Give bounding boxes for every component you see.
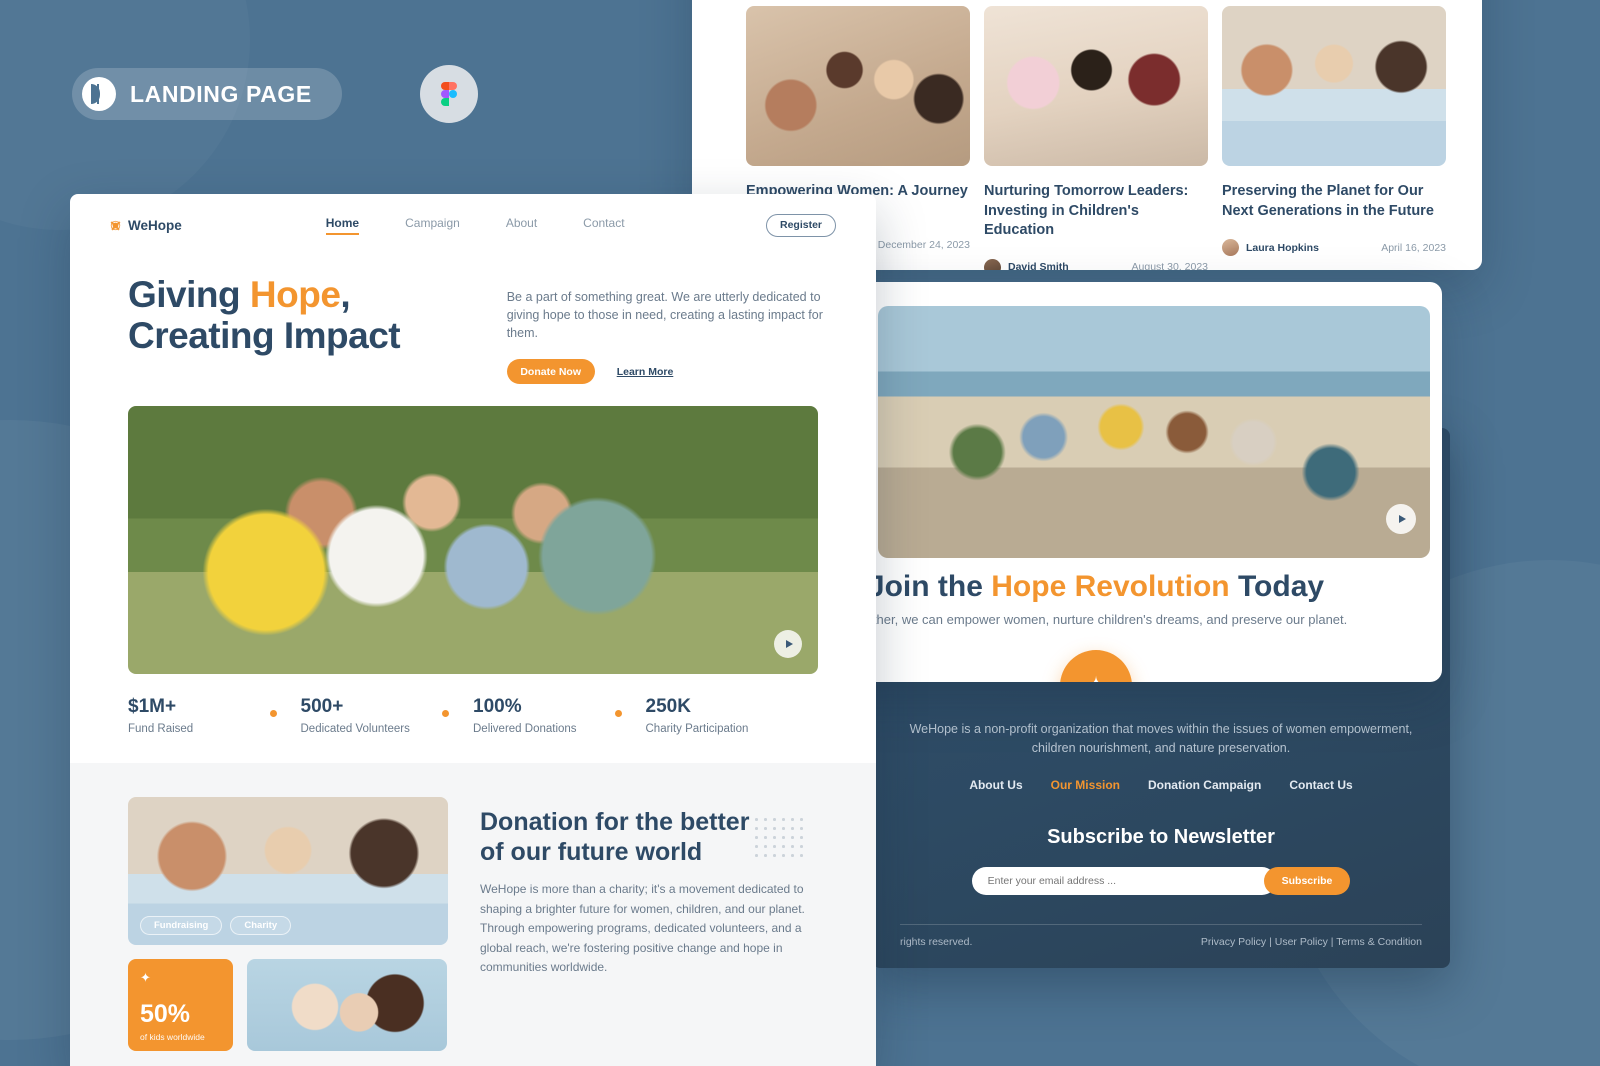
cta-heading-highlight: Hope Revolution <box>991 570 1230 603</box>
donation-heading-line1: Donation for the better <box>480 808 750 837</box>
copyright-text: rights reserved. <box>900 936 973 948</box>
stat-label: Delivered Donations <box>473 723 577 736</box>
brand-name: WeHope <box>128 217 182 233</box>
stat-separator-dot <box>269 710 277 718</box>
kids-stat-label: of kids worldwide <box>140 1032 205 1043</box>
cta-heading-part1: Join the <box>867 570 992 603</box>
footer-link-donation-campaign[interactable]: Donation Campaign <box>1148 778 1261 792</box>
hero-title-part2: , <box>340 274 351 315</box>
blog-card[interactable]: Nurturing Tomorrow Leaders: Investing in… <box>984 6 1208 270</box>
brand-logo[interactable]: WeHope <box>110 218 182 233</box>
nav-menu: Home Campaign About Contact <box>325 216 625 235</box>
landing-page-preview: WeHope Home Campaign About Contact Regis… <box>70 194 876 1066</box>
donation-paragraph: WeHope is more than a charity; it's a mo… <box>480 882 805 975</box>
blog-author: David Smith <box>984 258 1069 270</box>
blog-image <box>746 6 970 166</box>
blog-meta: David Smith August 30, 2023 <box>984 258 1208 270</box>
donation-section-inner: Fundraising Charity ✦ 50% of kids worldw… <box>70 763 876 1052</box>
hero-actions: Donate Now Learn More <box>506 359 836 385</box>
hero-title-part1: Giving <box>128 274 250 315</box>
nav-item-about[interactable]: About <box>506 216 537 235</box>
stat-label: Charity Participation <box>645 723 749 736</box>
cta-image <box>878 306 1430 558</box>
hero-title: Giving Hope, Creating Impact <box>128 274 477 357</box>
hero-image <box>128 406 818 675</box>
blog-title: Nurturing Tomorrow Leaders: Investing in… <box>984 183 1189 239</box>
avatar <box>1222 239 1239 257</box>
donation-media: Fundraising Charity ✦ 50% of kids worldw… <box>128 797 448 1052</box>
footer-description: WeHope is a non-profit organization that… <box>909 722 1413 755</box>
sun-burst-icon[interactable]: ✦ <box>1060 650 1132 682</box>
sun-burst-icon <box>110 220 121 231</box>
footer-divider <box>900 924 1422 925</box>
stat-item: 100% Delivered Donations <box>473 696 646 735</box>
figma-glyph <box>441 82 457 106</box>
footer-link-about-us[interactable]: About Us <box>969 778 1022 792</box>
cta-heading-part2: Today <box>1229 570 1325 603</box>
hero-title-line2: Creating Impact <box>128 315 401 357</box>
author-name: Laura Hopkins <box>1246 241 1319 254</box>
hero-paragraph: Be a part of something great. We are utt… <box>506 290 823 341</box>
blog-author: Laura Hopkins <box>1222 239 1319 257</box>
footer-link-contact-us[interactable]: Contact Us <box>1289 778 1352 792</box>
newsletter-email-input[interactable] <box>971 866 1276 895</box>
donation-media-row: ✦ 50% of kids worldwide <box>128 959 448 1052</box>
avatar <box>984 258 1001 270</box>
badge-label: LANDING PAGE <box>130 80 312 107</box>
footer-bottom-bar: rights reserved. Privacy Policy | User P… <box>900 936 1422 948</box>
figma-icon[interactable] <box>420 65 478 123</box>
footer-link-our-mission[interactable]: Our Mission <box>1051 778 1120 792</box>
stat-item: 500+ Dedicated Volunteers <box>301 696 474 735</box>
donate-now-button[interactable]: Donate Now <box>506 359 595 385</box>
footer-link-list: About Us Our Mission Donation Campaign C… <box>900 778 1422 792</box>
nav-item-contact[interactable]: Contact <box>583 216 624 235</box>
footer-content: WeHope is a non-profit organization that… <box>872 720 1450 895</box>
hero-section: Giving Hope, Creating Impact Be a part o… <box>70 256 876 385</box>
hero-title-highlight: Hope <box>249 274 341 315</box>
donation-section: Fundraising Charity ✦ 50% of kids worldw… <box>70 763 876 1066</box>
hero-side: Be a part of something great. We are utt… <box>506 274 836 385</box>
hero-text: Giving Hope, Creating Impact <box>128 274 477 384</box>
nav-item-campaign[interactable]: Campaign <box>405 216 460 235</box>
navbar: WeHope Home Campaign About Contact Regis… <box>70 194 876 256</box>
stat-value: 250K <box>645 696 691 718</box>
learn-more-link[interactable]: Learn More <box>617 366 674 378</box>
stat-separator-dot <box>614 710 622 718</box>
blog-date: April 16, 2023 <box>1381 241 1446 254</box>
dot-pattern-decoration <box>752 815 806 860</box>
blog-image <box>984 6 1208 166</box>
kids-stat-value: 50% <box>140 1000 191 1029</box>
blog-meta: Laura Hopkins April 16, 2023 <box>1222 239 1446 257</box>
subscribe-button[interactable]: Subscribe <box>1263 866 1351 895</box>
author-name: David Smith <box>1008 261 1069 270</box>
legal-links[interactable]: Privacy Policy | User Policy | Terms & C… <box>1201 936 1422 948</box>
donation-image: Fundraising Charity <box>128 797 448 946</box>
tag-charity[interactable]: Charity <box>230 916 292 936</box>
kids-stat-card: ✦ 50% of kids worldwide <box>128 959 233 1052</box>
register-button[interactable]: Register <box>766 213 836 237</box>
newsletter-title: Subscribe to Newsletter <box>1047 825 1275 848</box>
stat-label: Dedicated Volunteers <box>300 723 410 736</box>
blog-title: Preserving the Planet for Our Next Gener… <box>1222 183 1434 219</box>
newsletter-form: Subscribe <box>900 866 1422 895</box>
donation-heading-line2: of our future world <box>480 838 703 867</box>
landing-page-badge: LANDING PAGE <box>72 68 342 120</box>
play-icon[interactable] <box>1386 504 1416 534</box>
blog-card[interactable]: Preserving the Planet for Our Next Gener… <box>1222 6 1446 270</box>
tag-fundraising[interactable]: Fundraising <box>140 916 223 936</box>
stat-item: $1M+ Fund Raised <box>128 696 301 735</box>
nav-item-home[interactable]: Home <box>325 216 360 235</box>
stat-label: Fund Raised <box>128 723 194 736</box>
donation-tag-list: Fundraising Charity <box>140 916 292 936</box>
blog-date: August 30, 2023 <box>1131 261 1208 270</box>
blog-date: December 24, 2023 <box>877 239 970 252</box>
stat-item: 250K Charity Participation <box>646 696 819 735</box>
stats-row: $1M+ Fund Raised 500+ Dedicated Voluntee… <box>70 674 876 735</box>
donation-small-image <box>247 959 447 1052</box>
blog-image <box>1222 6 1446 166</box>
sun-burst-icon: ✦ <box>140 970 151 986</box>
wehope-logo-icon <box>82 77 116 111</box>
